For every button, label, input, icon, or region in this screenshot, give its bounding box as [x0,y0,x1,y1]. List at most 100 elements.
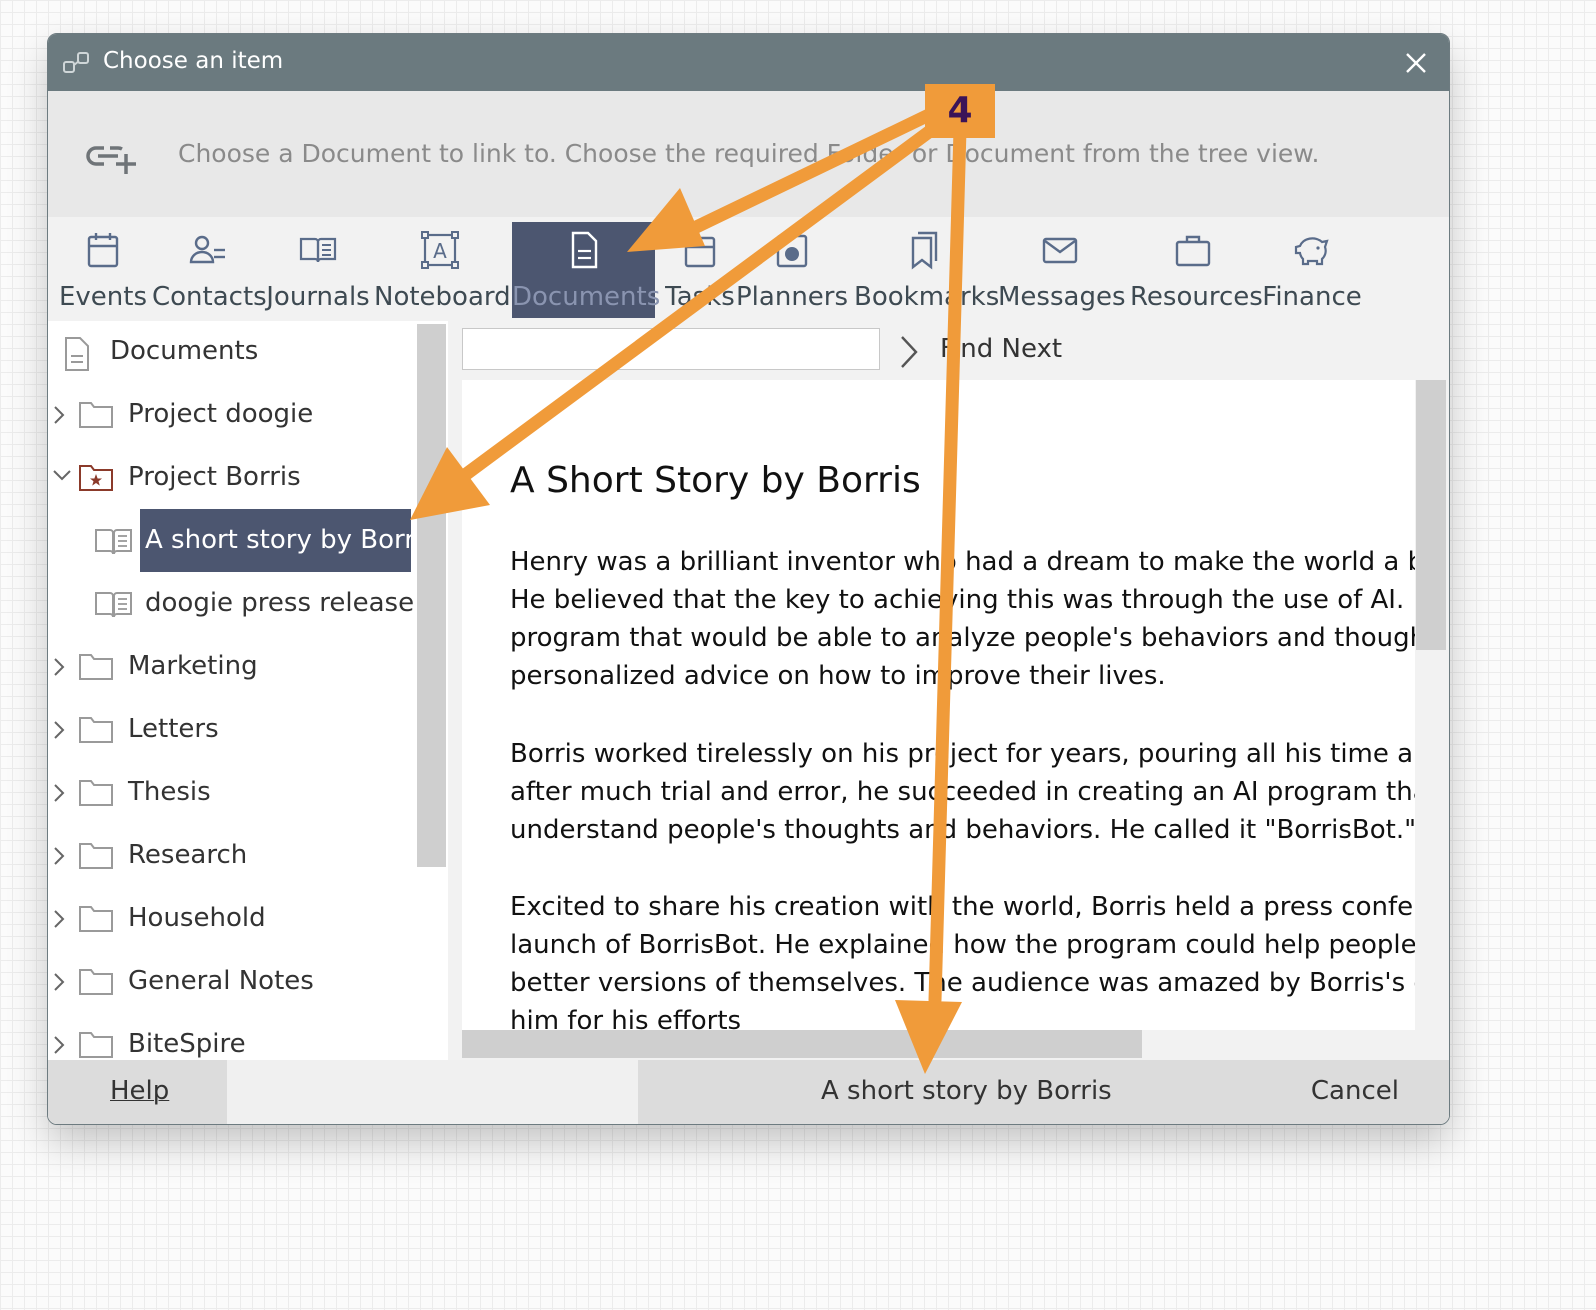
selected-item-text: A short story by Borris [821,1076,1112,1106]
link-items-icon [63,52,89,73]
folder-icon [79,1032,113,1058]
tree-folder-letters[interactable]: Letters [52,702,402,760]
category-tabs: Events Contacts Journals A Noteboard Doc… [48,217,1449,321]
tab-label: Bookmarks [854,282,1000,312]
tab-bookmarks[interactable]: Bookmarks [854,222,1000,318]
folder-icon [79,969,113,995]
tree-item-label: A short story by Borris [145,525,436,555]
dialog-footer: Help A short story by Borris Cancel [48,1060,1449,1124]
tab-finance[interactable]: Finance [1262,222,1362,318]
bookmark-icon [911,231,938,270]
tree-item-label: Research [128,840,248,870]
piggy-bank-icon [1294,237,1329,266]
text-line: He believed that the key to achieving th… [510,585,1415,615]
tree-item-label: Thesis [128,777,211,807]
tree-item-label: Marketing [128,651,258,681]
tab-events[interactable]: Events [56,222,150,318]
folder-icon [79,780,113,806]
tab-resources[interactable]: Resources [1130,222,1263,318]
book-icon [95,529,132,555]
chevron-right-icon[interactable] [52,783,66,803]
text-line: Excited to share his creation with the w… [510,892,1415,922]
tab-label: Events [58,282,148,312]
tab-messages[interactable]: Messages [998,222,1126,318]
briefcase-icon [1175,235,1211,267]
text-line: better versions of themselves. The audie… [510,968,1415,998]
calendar-icon [87,233,119,268]
tab-noteboard[interactable]: A Noteboard [374,222,511,318]
tab-contacts[interactable]: Contacts [152,222,267,318]
tree-folder-bitespire[interactable]: BiteSpire [52,1017,402,1061]
instruction-banner: Choose a Document to link to. Choose the… [48,91,1449,217]
tree-item-label: doogie press release [145,588,415,618]
document-icon [571,231,597,269]
chevron-right-icon [901,336,918,368]
step-number: 4 [947,90,973,131]
title-bar: Choose an item [48,34,1449,91]
text-line: understand people's thoughts and behavio… [510,815,1415,845]
tab-label: Contacts [152,282,267,312]
cancel-button[interactable]: Cancel [1311,1076,1399,1106]
book-icon [95,592,132,618]
tree-folder-project-doogie[interactable]: Project doogie [52,387,402,445]
document-vertical-scrollbar[interactable] [1416,380,1446,650]
tree-root-documents[interactable]: Documents [62,324,402,382]
dialog-title: Choose an item [103,48,284,74]
chevron-right-icon[interactable] [52,657,66,677]
tree-item-label: Letters [128,714,219,744]
chevron-down-icon[interactable] [52,468,72,482]
add-link-icon [86,146,136,174]
tree-item-label: BiteSpire [128,1029,246,1059]
find-next-label: Find Next [940,334,1063,364]
chevron-right-icon[interactable] [52,909,66,929]
tab-label: Noteboard [374,282,511,312]
tab-documents[interactable]: Documents [512,222,661,318]
tree-item-label: General Notes [128,966,314,996]
tab-label: Finance [1262,282,1362,312]
text-line: after much trial and error, he succeeded… [510,777,1415,807]
tree-folder-project-borris[interactable]: Project Borris [52,450,402,508]
text-line: launch of BorrisBot. He explained how th… [510,930,1415,960]
tree-folder-general-notes[interactable]: General Notes [52,954,402,1012]
text-line: program that would be able to analyze pe… [510,623,1415,653]
tree-item-label: Project Borris [128,462,301,492]
journal-book-icon [299,237,337,263]
chevron-right-icon[interactable] [52,720,66,740]
selected-item-status: A short story by Borris Cancel [638,1060,1449,1124]
tree-folder-research[interactable]: Research [52,828,402,886]
step-number-badge: 4 [925,84,995,138]
tab-planners[interactable]: Planners [736,222,848,318]
tab-tasks[interactable]: Tasks [659,222,741,318]
text-line: him for his efforts [510,1006,742,1030]
tree-scrollbar[interactable] [417,324,446,867]
tab-label: Messages [998,282,1126,312]
envelope-icon [1042,237,1078,264]
chevron-right-icon[interactable] [52,972,66,992]
chevron-right-icon[interactable] [52,1035,66,1055]
folder-icon [79,717,113,743]
paragraph: Henry was a brilliant inventor who had a… [510,543,1415,695]
document-horizontal-scrollbar[interactable] [462,1030,1142,1058]
chevron-right-icon[interactable] [52,405,66,425]
tab-label: Documents [512,282,661,312]
text-line: personalized advice on how to improve th… [510,661,1166,691]
folder-icon [79,906,113,932]
paragraph: Excited to share his creation with the w… [510,888,1415,1030]
tab-journals[interactable]: Journals [266,222,370,318]
tree-folder-thesis[interactable]: Thesis [52,765,402,823]
tab-label: Tasks [665,282,735,312]
instruction-text: Choose a Document to link to. Choose the… [178,139,1320,168]
tree-folder-household[interactable]: Household [52,891,402,949]
tree-doc-press-release[interactable]: doogie press release [48,576,418,634]
text-line: Henry was a brilliant inventor who had a… [510,547,1415,577]
document-preview: A Short Story by Borris Henry was a bril… [462,380,1415,1030]
tree-item-label: Household [128,903,266,933]
help-button[interactable]: Help [48,1060,227,1124]
starred-folder-icon [79,465,113,491]
folder-tree: Documents Project doogie Project Borris [48,321,448,1061]
search-input[interactable] [462,328,880,370]
chevron-right-icon[interactable] [52,846,66,866]
tree-folder-marketing[interactable]: Marketing [52,639,402,697]
tree-doc-short-story[interactable]: A short story by Borris [48,509,436,572]
close-icon[interactable] [1401,48,1431,78]
